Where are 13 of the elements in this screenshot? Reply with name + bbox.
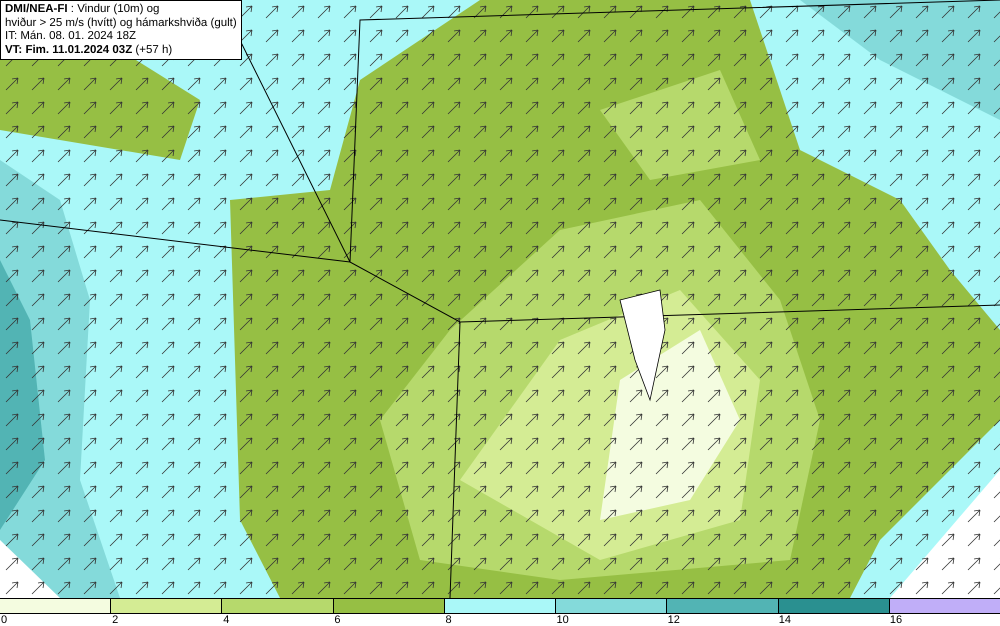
legend-tick-label: 2 <box>111 614 118 626</box>
legend-tick-label: 16 <box>888 614 902 626</box>
legend-tick-label: 6 <box>333 614 340 626</box>
info-line: DMI/NEA-FI : Vindur (10m) og <box>5 3 160 16</box>
info-line: VT: Fim. 11.01.2024 03Z (+57 h) <box>5 44 174 57</box>
legend-tick-label: 8 <box>444 614 452 626</box>
info-line: hviður > 25 m/s (hvítt) og hámarkshviða (gult) <box>5 16 237 30</box>
info-line: IT: Mán. 08. 01. 2024 18Z <box>5 30 138 44</box>
legend-tick-label: 4 <box>222 614 230 626</box>
legend-tick-label: 0 <box>0 614 8 626</box>
legend-tick-label: 14 <box>778 614 792 626</box>
legend-tick-label: 12 <box>666 614 680 626</box>
legend-tick-label: 10 <box>556 614 569 626</box>
